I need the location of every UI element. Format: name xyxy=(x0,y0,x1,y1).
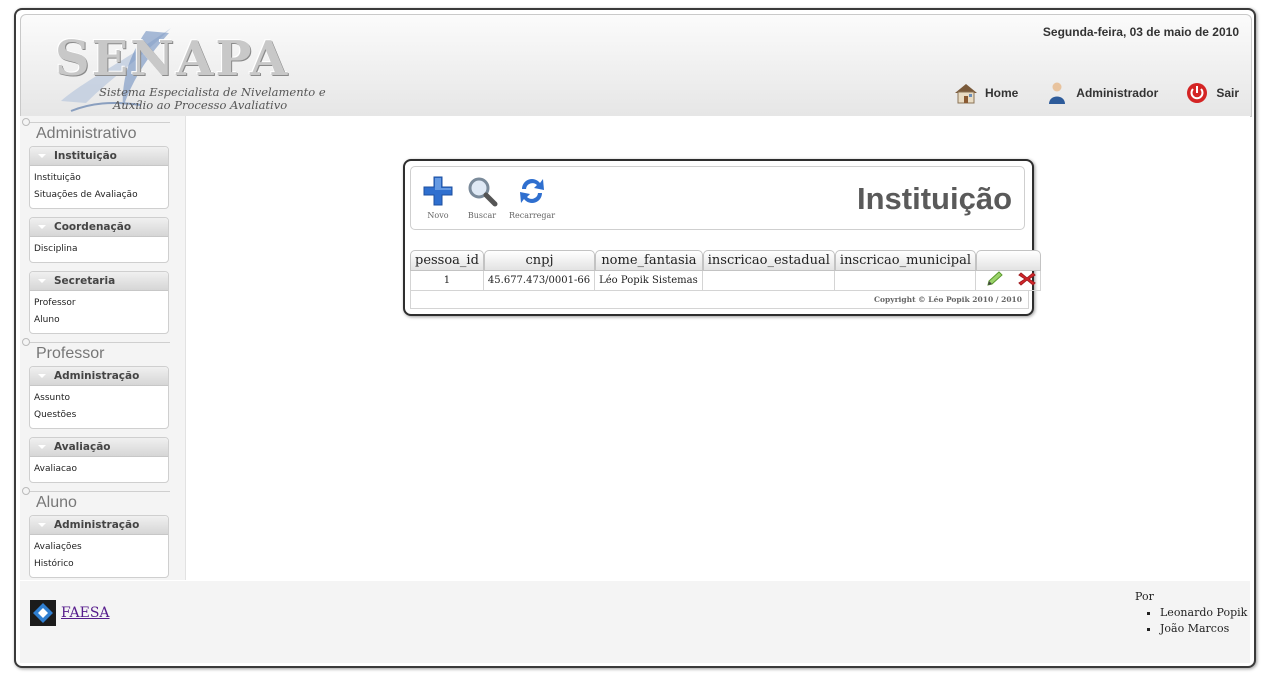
credits: Por Leonardo Popik João Marcos xyxy=(1135,590,1247,637)
table-row[interactable]: 1 45.677.473/0001-66 Léo Popik Sistemas xyxy=(410,271,1042,291)
logo-wordmark: SENAPA xyxy=(55,31,290,87)
nav-home-label: Home xyxy=(984,86,1019,100)
menu-item-avaliacoes[interactable]: Avaliações xyxy=(34,539,168,556)
group-header-secretaria[interactable]: Secretaria xyxy=(30,272,168,291)
cell-pessoa-id: 1 xyxy=(410,271,484,291)
chevron-down-icon xyxy=(34,440,48,454)
chevron-down-icon xyxy=(34,518,48,532)
menu-item-professor[interactable]: Professor xyxy=(34,295,168,312)
nav-home-button[interactable]: Home xyxy=(953,81,1018,105)
menu-item-questoes[interactable]: Questões xyxy=(34,407,168,424)
column-header-inscricao-estadual[interactable]: inscricao_estadual xyxy=(702,250,835,271)
column-header-pessoa-id[interactable]: pessoa_id xyxy=(410,250,484,271)
chevron-down-icon xyxy=(34,369,48,383)
user-icon xyxy=(1049,82,1066,104)
menu-group-avaliacao: Avaliação Avaliacao xyxy=(29,437,169,483)
chevron-down-icon xyxy=(34,149,48,163)
menu-group-coordenacao: Coordenação Disciplina xyxy=(29,217,169,263)
credits-list: Leonardo Popik João Marcos xyxy=(1135,605,1247,637)
column-header-nome-fantasia[interactable]: nome_fantasia xyxy=(595,250,703,271)
menu-item-assunto[interactable]: Assunto xyxy=(34,390,168,407)
magnifier-icon xyxy=(468,177,498,207)
credits-label: Por xyxy=(1135,590,1154,603)
cell-inscricao-estadual xyxy=(702,271,835,291)
menu-item-disciplina[interactable]: Disciplina xyxy=(34,241,168,258)
faesa-link-group: FAESA xyxy=(30,600,110,626)
buscar-button[interactable]: Buscar xyxy=(465,175,499,220)
column-header-inscricao-municipal[interactable]: inscricao_municipal xyxy=(834,250,977,271)
menu-item-instituicao[interactable]: Instituição xyxy=(34,170,168,187)
cell-cnpj: 45.677.473/0001-66 xyxy=(483,271,596,291)
menu-item-historico[interactable]: Histórico xyxy=(34,556,168,573)
panel-copyright: Copyright © Léo Popik 2010 / 2010 xyxy=(410,291,1029,309)
list-item: João Marcos xyxy=(1160,621,1247,637)
recarregar-button[interactable]: Recarregar xyxy=(509,175,555,220)
column-header-cnpj[interactable]: cnpj xyxy=(483,250,596,271)
section-title-professor: Professor xyxy=(20,338,185,366)
sidebar: Administrativo Instituição Instituição S… xyxy=(20,116,186,580)
senapa-logo[interactable]: SENAPA Sistema Especialista de Nivelamen… xyxy=(51,23,341,118)
nav-sair-label: Sair xyxy=(1216,86,1239,100)
menu-item-situacoes-de-avaliacao[interactable]: Situações de Avaliação xyxy=(34,187,168,204)
edit-pencil-icon[interactable] xyxy=(986,271,1004,287)
cell-nome-fantasia: Léo Popik Sistemas xyxy=(595,271,703,291)
power-icon xyxy=(1187,83,1208,103)
chevron-down-icon xyxy=(34,274,48,288)
header: SENAPA Sistema Especialista de Nivelamen… xyxy=(20,14,1252,117)
novo-button[interactable]: Novo xyxy=(421,175,455,220)
faesa-link[interactable]: FAESA xyxy=(61,605,110,621)
plus-icon xyxy=(423,176,453,206)
cell-actions xyxy=(976,271,1042,291)
group-header-administracao[interactable]: Administração xyxy=(30,367,168,386)
group-header-instituicao[interactable]: Instituição xyxy=(30,147,168,166)
section-title-administrativo: Administrativo xyxy=(20,118,185,146)
faesa-logo-icon[interactable] xyxy=(30,600,56,626)
column-header-actions xyxy=(976,250,1042,271)
list-item: Leonardo Popik xyxy=(1160,605,1247,621)
panel-title: Instituição xyxy=(856,181,1012,216)
section-title-aluno: Aluno xyxy=(20,487,185,515)
current-date: Segunda-feira, 03 de maio de 2010 xyxy=(1042,25,1239,39)
refresh-icon xyxy=(520,179,545,203)
nav-administrador-label: Administrador xyxy=(1076,86,1159,100)
group-header-avaliacao[interactable]: Avaliação xyxy=(30,438,168,457)
menu-group-instituicao: Instituição Instituição Situações de Ava… xyxy=(29,146,169,209)
top-nav: Home Administrador Sair xyxy=(953,81,1239,105)
menu-item-aluno[interactable]: Aluno xyxy=(34,312,168,329)
group-header-administracao[interactable]: Administração xyxy=(30,516,168,535)
instituicao-panel: Novo Buscar Recarregar Instituição pesso… xyxy=(403,159,1042,316)
panel-toolbar: Novo Buscar Recarregar Instituição xyxy=(410,166,1025,230)
instituicao-table: pessoa_id cnpj nome_fantasia inscricao_e… xyxy=(410,250,1042,291)
nav-administrador-button[interactable]: Administrador xyxy=(1044,81,1158,105)
menu-item-avaliacao[interactable]: Avaliacao xyxy=(34,461,168,478)
cell-inscricao-municipal xyxy=(834,271,977,291)
logo-subtitle: Sistema Especialista de Nivelamento e Au… xyxy=(99,85,326,112)
menu-group-administracao-aluno: Administração Avaliações Histórico xyxy=(29,515,169,578)
footer: FAESA Por Leonardo Popik João Marcos xyxy=(20,581,1250,663)
menu-group-secretaria: Secretaria Professor Aluno xyxy=(29,271,169,334)
delete-x-icon[interactable] xyxy=(1018,271,1036,287)
menu-group-administracao-professor: Administração Assunto Questões xyxy=(29,366,169,429)
house-icon xyxy=(954,84,977,104)
group-header-coordenacao[interactable]: Coordenação xyxy=(30,218,168,237)
nav-sair-button[interactable]: Sair xyxy=(1184,81,1239,105)
chevron-down-icon xyxy=(34,220,48,234)
